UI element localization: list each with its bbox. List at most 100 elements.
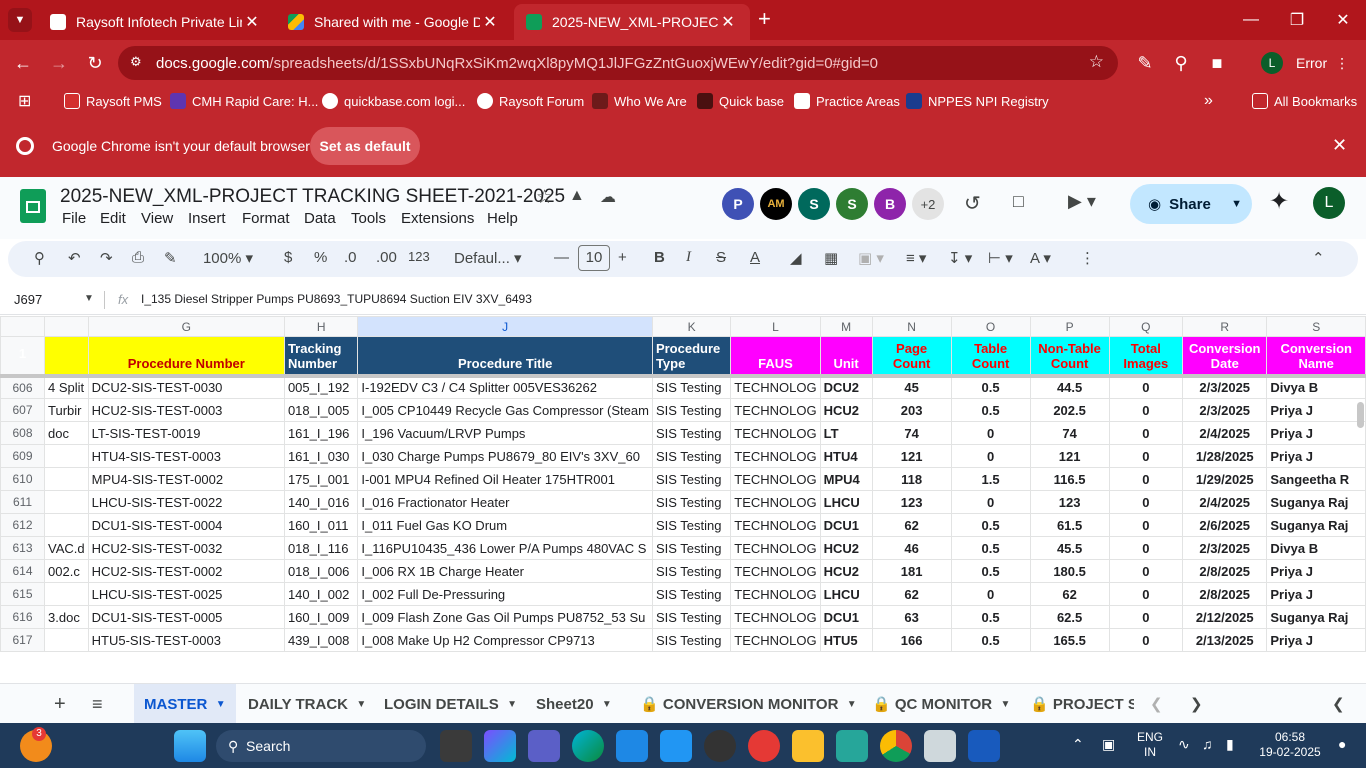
collaborator-avatar[interactable]: B bbox=[874, 188, 906, 220]
sheet-tab-qc-monitor[interactable]: 🔒 QC MONITOR ▼ bbox=[872, 684, 1010, 724]
maximize-icon[interactable]: ❐ bbox=[1274, 6, 1320, 34]
table-cell[interactable]: 0 bbox=[1108, 375, 1184, 399]
more-menu-icon[interactable]: ⋮ bbox=[1335, 55, 1349, 72]
table-cell[interactable]: 74 bbox=[871, 421, 952, 445]
start-windows-icon[interactable] bbox=[174, 730, 206, 762]
table-cell[interactable]: Turbir bbox=[44, 398, 89, 422]
app-icon[interactable] bbox=[924, 730, 956, 762]
all-bookmarks[interactable]: All Bookmarks bbox=[1252, 91, 1357, 111]
table-cell[interactable]: TECHNOLOG bbox=[730, 605, 821, 629]
menu-edit[interactable]: Edit bbox=[100, 210, 126, 227]
table-cell[interactable]: 140_I_002 bbox=[283, 582, 359, 606]
row-number[interactable]: 617 bbox=[0, 628, 46, 652]
table-cell[interactable]: VAC.d bbox=[44, 536, 89, 560]
header-cell[interactable]: Conversion Name bbox=[1266, 336, 1366, 376]
language-indicator[interactable]: ENG IN bbox=[1134, 730, 1166, 760]
table-cell[interactable]: 166 bbox=[871, 628, 952, 652]
table-cell[interactable]: 002.c bbox=[44, 559, 89, 583]
reload-icon[interactable]: ↻ bbox=[80, 48, 110, 78]
document-title[interactable]: 2025-NEW_XML-PROJECT TRACKING SHEET-2021… bbox=[60, 186, 565, 208]
table-cell[interactable]: 4 Split bbox=[44, 375, 89, 399]
table-cell[interactable]: I_002 Full De-Pressuring bbox=[357, 582, 653, 606]
table-cell[interactable]: 0 bbox=[1108, 628, 1184, 652]
header-cell[interactable]: Unit bbox=[819, 336, 873, 376]
teams-icon[interactable] bbox=[528, 730, 560, 762]
column-header[interactable]: L bbox=[730, 316, 821, 337]
network-tray-icon[interactable]: ▣ bbox=[1102, 736, 1115, 753]
vertical-scrollbar[interactable] bbox=[1357, 402, 1364, 428]
column-header[interactable]: Q bbox=[1108, 316, 1184, 337]
table-cell[interactable]: HTU5-SIS-TEST-0003 bbox=[87, 628, 285, 652]
table-cell[interactable]: SIS Testing bbox=[651, 444, 732, 468]
percent-format-button[interactable]: % bbox=[314, 249, 327, 266]
fill-color-icon[interactable]: ◢ bbox=[790, 249, 802, 267]
bookmark-quickbase-login[interactable]: quickbase.com logi... bbox=[322, 91, 465, 111]
clock[interactable]: 06:58 19-02-2025 bbox=[1252, 730, 1328, 760]
table-cell[interactable]: 2/6/2025 bbox=[1182, 513, 1268, 537]
battery-icon[interactable]: ▮ bbox=[1226, 736, 1234, 753]
table-cell[interactable]: SIS Testing bbox=[651, 513, 732, 537]
table-cell[interactable]: 018_I_116 bbox=[283, 536, 359, 560]
close-infobar-icon[interactable]: ✕ bbox=[1332, 135, 1347, 156]
table-cell[interactable]: TECHNOLOG bbox=[730, 444, 821, 468]
header-cell[interactable]: Non-Table Count bbox=[1029, 336, 1110, 376]
close-tab-icon[interactable]: ✕ bbox=[242, 12, 262, 32]
table-cell[interactable]: 0 bbox=[1108, 536, 1184, 560]
table-cell[interactable]: TECHNOLOG bbox=[730, 582, 821, 606]
row-number[interactable]: 612 bbox=[0, 513, 46, 537]
column-header[interactable]: M bbox=[819, 316, 873, 337]
meet-icon[interactable]: ▶ ▾ bbox=[1068, 191, 1096, 212]
collapse-toolbar-icon[interactable]: ⌃ bbox=[1312, 249, 1325, 267]
table-cell[interactable]: 018_I_006 bbox=[283, 559, 359, 583]
bookmark-star-icon[interactable]: ☆ bbox=[1089, 52, 1104, 72]
row-number[interactable]: 616 bbox=[0, 605, 46, 629]
column-header[interactable]: P bbox=[1029, 316, 1110, 337]
merge-cells-icon[interactable]: ▣ ▾ bbox=[858, 249, 884, 267]
table-cell[interactable]: HCU2 bbox=[819, 398, 873, 422]
table-cell[interactable]: Suganya Raj bbox=[1266, 513, 1366, 537]
increase-font-size-icon[interactable]: + bbox=[618, 249, 627, 266]
table-cell[interactable]: 0 bbox=[950, 490, 1031, 514]
table-cell[interactable] bbox=[44, 628, 89, 652]
cloud-status-icon[interactable]: ☁ bbox=[600, 187, 616, 207]
table-cell[interactable]: 62.5 bbox=[1029, 605, 1110, 629]
table-cell[interactable]: 123 bbox=[871, 490, 952, 514]
dell-icon[interactable] bbox=[704, 730, 736, 762]
select-all-corner[interactable] bbox=[0, 316, 46, 337]
tab-dropdown-icon[interactable]: ▼ bbox=[847, 699, 857, 710]
file-explorer-icon[interactable] bbox=[792, 730, 824, 762]
text-wrapping-icon[interactable]: ⊢ ▾ bbox=[988, 249, 1013, 267]
bold-icon[interactable]: B bbox=[654, 249, 665, 266]
error-chip[interactable]: Error ⋮ bbox=[1296, 50, 1360, 76]
table-cell[interactable]: 61.5 bbox=[1029, 513, 1110, 537]
add-sheet-icon[interactable]: + bbox=[54, 684, 66, 724]
table-cell[interactable]: 116.5 bbox=[1029, 467, 1110, 491]
send-icon[interactable] bbox=[660, 730, 692, 762]
header-cell[interactable]: Procedure Type bbox=[651, 336, 732, 376]
new-tab-button[interactable]: + bbox=[758, 8, 780, 32]
column-header[interactable]: R bbox=[1182, 316, 1268, 337]
header-cell[interactable]: Conversion Date bbox=[1182, 336, 1268, 376]
search-menus-icon[interactable]: ⚲ bbox=[34, 249, 45, 267]
tab-dropdown-icon[interactable]: ▼ bbox=[1000, 699, 1010, 710]
table-cell[interactable]: I_030 Charge Pumps PU8679_80 EIV's 3XV_6… bbox=[357, 444, 653, 468]
table-cell[interactable]: 0 bbox=[950, 582, 1031, 606]
table-cell[interactable]: SIS Testing bbox=[651, 628, 732, 652]
font-select[interactable]: Defaul... ▾ bbox=[454, 249, 538, 267]
table-cell[interactable]: Priya J bbox=[1266, 628, 1366, 652]
table-cell[interactable]: I_005 CP10449 Recycle Gas Compressor (St… bbox=[357, 398, 653, 422]
table-cell[interactable]: 160_I_011 bbox=[283, 513, 359, 537]
table-cell[interactable]: 0.5 bbox=[950, 513, 1031, 537]
strikethrough-icon[interactable]: S bbox=[716, 249, 726, 266]
table-cell[interactable]: DCU1-SIS-TEST-0004 bbox=[87, 513, 285, 537]
table-cell[interactable]: 2/3/2025 bbox=[1182, 398, 1268, 422]
account-avatar[interactable]: L bbox=[1313, 187, 1345, 219]
table-cell[interactable]: 2/3/2025 bbox=[1182, 536, 1268, 560]
table-cell[interactable]: 3.doc bbox=[44, 605, 89, 629]
table-cell[interactable]: HCU2-SIS-TEST-0032 bbox=[87, 536, 285, 560]
more-formats-button[interactable]: 123 bbox=[408, 249, 430, 264]
table-cell[interactable]: I_006 RX 1B Charge Heater bbox=[357, 559, 653, 583]
table-cell[interactable]: 2/4/2025 bbox=[1182, 421, 1268, 445]
table-cell[interactable]: 0 bbox=[1108, 444, 1184, 468]
table-cell[interactable]: SIS Testing bbox=[651, 490, 732, 514]
